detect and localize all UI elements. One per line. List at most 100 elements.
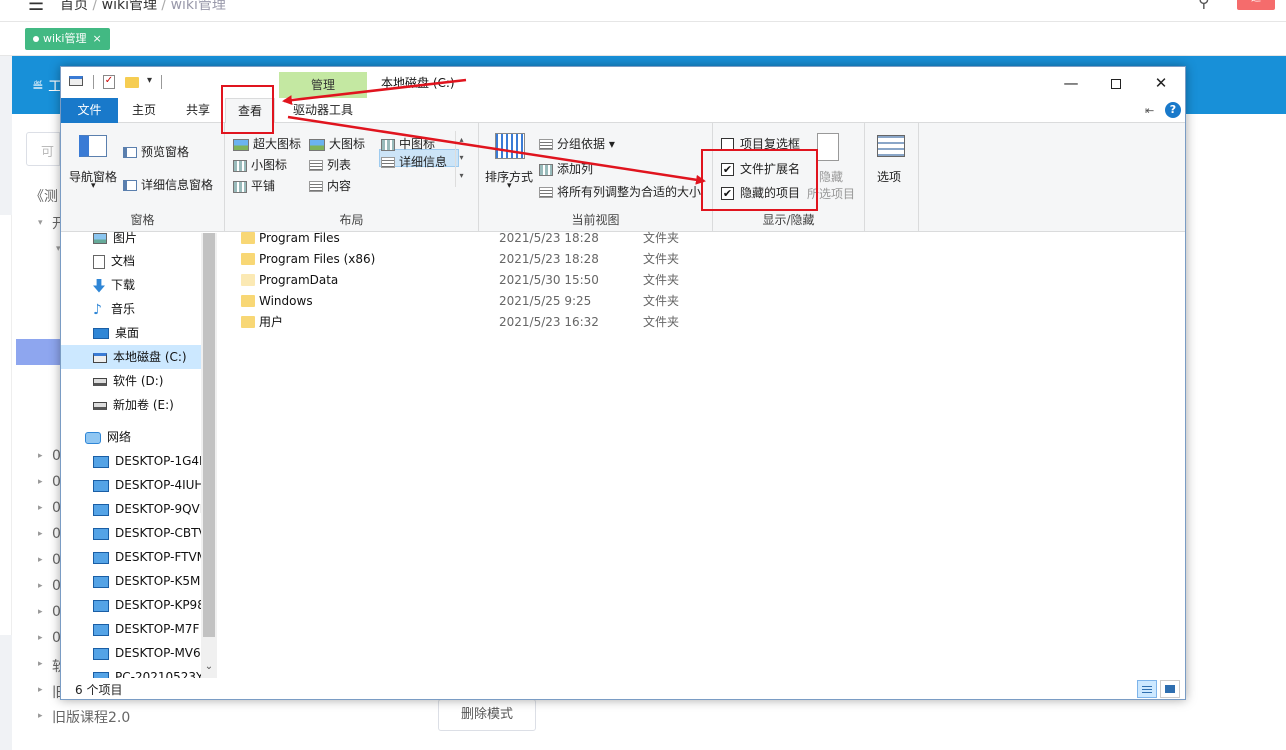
tab-close-icon[interactable]: × (92, 32, 101, 45)
nav-item-network[interactable]: 网络 (85, 425, 131, 449)
nav-item-computer[interactable]: DESKTOP-FTVM (93, 545, 207, 569)
navigation-pane-dropdown-icon[interactable]: ▾ (91, 181, 96, 191)
nav-label: 本地磁盘 (C:) (113, 350, 187, 364)
group-by-button[interactable]: 分组依据 ▾ (539, 135, 615, 152)
properties-icon[interactable]: ✓ (103, 75, 115, 89)
tree-expand-icon[interactable]: ▸ (38, 607, 43, 617)
nav-item-computer[interactable]: DESKTOP-4IUH (93, 473, 203, 497)
logout-button[interactable]: 退 (1237, 0, 1275, 10)
tree-expand-icon[interactable]: ▸ (38, 555, 43, 565)
tree-node-old-course[interactable]: 旧版课程2.0 (52, 707, 130, 727)
breadcrumb-wiki[interactable]: wiki管理 (102, 0, 157, 13)
scroll-up-icon[interactable]: ▴ (456, 131, 467, 149)
tab-share[interactable]: 共享 (173, 98, 223, 123)
scroll-down-arrow-icon[interactable]: ⌄ (201, 661, 217, 672)
nav-item-soft-d[interactable]: 软件 (D:) (93, 369, 163, 393)
scroll-down-icon[interactable]: ▾ (456, 149, 467, 167)
layout-list[interactable]: 列表 (309, 156, 351, 173)
tree-expand-icon[interactable]: ▸ (38, 503, 43, 513)
nav-item-computer[interactable]: DESKTOP-K5M (93, 569, 200, 593)
tab-home[interactable]: 主页 (118, 98, 170, 123)
ribbon-group-layout: 超大图标 大图标 中图标 小图标 列表 详细信息 平铺 内容 ▴ ▾ ▾ 布局 (225, 123, 479, 232)
scrollbar-thumb[interactable] (203, 233, 215, 637)
new-folder-icon[interactable] (125, 77, 139, 88)
tree-expand-icon[interactable]: ▸ (38, 711, 43, 721)
layout-medium-icons[interactable]: 中图标 (381, 135, 435, 152)
layout-extra-large-icons[interactable]: 超大图标 (233, 135, 301, 152)
layout-tiles[interactable]: 平铺 (233, 177, 275, 194)
preview-pane-button[interactable]: 预览窗格 (123, 143, 189, 160)
tab-manage[interactable]: 管理 (279, 72, 367, 99)
nav-item-documents[interactable]: 文档 (93, 249, 135, 273)
tree-expand-icon[interactable]: ▸ (38, 529, 43, 539)
nav-item-pictures[interactable]: 图片 (93, 226, 137, 250)
nav-item-music[interactable]: ♪ 音乐 (93, 297, 135, 321)
nav-item-computer[interactable]: DESKTOP-KP98 (93, 593, 205, 617)
tab-drive-tools[interactable]: 驱动器工具 (279, 98, 367, 123)
tab-view[interactable]: 查看 (225, 98, 275, 124)
large-icons-view-button[interactable] (1160, 680, 1180, 698)
file-row[interactable]: ProgramData 2021/5/30 15:50 文件夹 (217, 270, 1185, 291)
help-icon[interactable]: ? (1165, 102, 1181, 118)
maximize-button[interactable] (1093, 70, 1139, 96)
more-icon[interactable]: ▾ (456, 167, 467, 185)
file-row[interactable]: Windows 2021/5/25 9:25 文件夹 (217, 291, 1185, 312)
nav-item-local-c[interactable]: 本地磁盘 (C:) (93, 345, 187, 369)
layout-gallery-scroller[interactable]: ▴ ▾ ▾ (455, 131, 467, 187)
details-view-button[interactable] (1137, 680, 1157, 698)
tree-expand-icon[interactable]: ▸ (38, 477, 43, 487)
layout-content[interactable]: 内容 (309, 177, 351, 194)
nav-item-new-e[interactable]: 新加卷 (E:) (93, 393, 174, 417)
details-pane-label: 详细信息窗格 (141, 178, 214, 192)
content-icon (309, 181, 323, 192)
tree-expand-icon[interactable]: ▸ (38, 451, 43, 461)
hidden-items-toggle[interactable]: ✔ 隐藏的项目 (721, 184, 800, 201)
minimize-button[interactable]: — (1048, 70, 1094, 96)
fit-columns-button[interactable]: 将所有列调整为合适的大小 (539, 183, 701, 200)
tree-expand-icon[interactable]: ▸ (38, 633, 43, 643)
file-extensions-toggle[interactable]: ✔ 文件扩展名 (721, 160, 800, 177)
item-checkboxes-toggle[interactable]: 项目复选框 (721, 135, 800, 152)
nav-item-computer[interactable]: DESKTOP-9QVI (93, 497, 203, 521)
navigation-pane-scrollbar[interactable]: ⌄ (201, 233, 217, 678)
nav-item-computer[interactable]: DESKTOP-CBTV (93, 521, 207, 545)
nav-item-desktop[interactable]: 桌面 (93, 321, 139, 345)
web-filter-input[interactable]: 可 (26, 132, 60, 166)
hidden-items-checkbox[interactable]: ✔ (721, 187, 734, 200)
layout-large-icons[interactable]: 大图标 (309, 135, 365, 152)
hide-selected-button[interactable]: 隐藏 (819, 168, 843, 185)
options-button[interactable]: 选项 (877, 168, 901, 185)
pin-ribbon-icon[interactable]: ⇤ (1145, 104, 1154, 117)
tree-expand-icon[interactable]: ▾ (38, 218, 43, 228)
tab-wiki-manage[interactable]: wiki管理 × (25, 28, 110, 50)
tree-expand-icon[interactable]: ▸ (38, 659, 43, 669)
nav-item-computer[interactable]: DESKTOP-MV6 (93, 641, 201, 665)
nav-item-downloads[interactable]: 下载 (93, 273, 135, 297)
window-titlebar[interactable]: ✓ ▾ 管理 本地磁盘 (C:) — ✕ (61, 67, 1185, 99)
nav-item-computer[interactable]: DESKTOP-M7F (93, 617, 199, 641)
tree-expand-icon[interactable]: ▸ (38, 581, 43, 591)
tree-root[interactable]: 《测 (30, 186, 58, 206)
delete-mode-button[interactable]: 删除模式 (438, 699, 536, 731)
file-row[interactable]: 用户 2021/5/23 16:32 文件夹 (217, 312, 1185, 333)
search-icon[interactable]: ⚲ (1198, 0, 1210, 11)
computer-icon (93, 575, 109, 588)
close-button[interactable]: ✕ (1138, 70, 1184, 96)
layout-details[interactable]: 详细信息 (381, 153, 447, 170)
nav-item-computer[interactable]: DESKTOP-1G4F (93, 449, 206, 473)
tab-file[interactable]: 文件 (61, 98, 118, 123)
hamburger-icon[interactable]: ☰ (28, 0, 44, 15)
tree-expand-icon[interactable]: ▸ (38, 685, 43, 695)
sort-by-dropdown-icon[interactable]: ▾ (507, 181, 512, 191)
file-row[interactable]: Program Files 2021/5/23 18:28 文件夹 (217, 228, 1185, 249)
web-tree-selected-row[interactable] (16, 339, 60, 365)
add-column-button[interactable]: 添加列 (539, 160, 593, 177)
file-row[interactable]: Program Files (x86) 2021/5/23 18:28 文件夹 (217, 249, 1185, 270)
file-extensions-checkbox[interactable]: ✔ (721, 163, 734, 176)
item-checkboxes-checkbox[interactable] (721, 138, 734, 151)
layout-small-icons[interactable]: 小图标 (233, 156, 287, 173)
details-pane-button[interactable]: 详细信息窗格 (123, 176, 213, 193)
breadcrumb-home[interactable]: 首页 (60, 0, 88, 13)
ribbon-group-panes: 导航窗格 ▾ 预览窗格 详细信息窗格 窗格 (61, 123, 225, 232)
quick-access-dropdown-icon[interactable]: ▾ (147, 75, 152, 86)
